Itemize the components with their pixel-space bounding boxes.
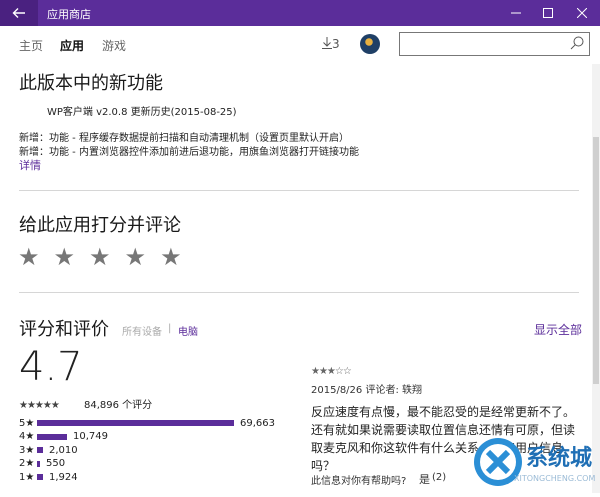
rating-bar-row: 3★ 2,010 <box>19 444 78 456</box>
rating-bar <box>37 474 43 480</box>
minimize-icon <box>511 12 521 14</box>
rating-bar <box>37 447 43 453</box>
maximize-icon <box>543 8 553 18</box>
rating-bar-count: 69,663 <box>240 417 275 429</box>
rating-bar-label: 3★ <box>19 444 35 456</box>
rating-bar-count: 10,749 <box>73 431 108 442</box>
review-stars: ★★★☆☆ <box>311 366 352 377</box>
version-line: WP客户端 v2.0.8 更新历史(2015-08-25) <box>47 107 237 118</box>
rating-bar-row: 2★ 550 <box>19 458 65 470</box>
rating-bar <box>37 420 234 426</box>
window-title: 应用商店 <box>47 8 91 21</box>
details-link[interactable]: 详情 <box>19 157 41 173</box>
rate-star-5[interactable]: ★ <box>160 244 182 270</box>
rate-star-3[interactable]: ★ <box>89 244 111 270</box>
minimize-button[interactable] <box>500 0 532 26</box>
watermark-subtext: XITONGCHENG.COM <box>514 474 596 483</box>
scrollbar-thumb[interactable] <box>593 137 599 384</box>
close-button[interactable] <box>566 0 598 26</box>
nav-bar: 主页 应用 游戏 3 <box>0 26 600 64</box>
helpful-yes-count: (2) <box>432 472 447 483</box>
rating-summary: ★★★★★ 84,896 个评分 <box>19 396 152 411</box>
rating-bar-label: 2★ <box>19 458 35 469</box>
rate-heading: 给此应用打分并评论 <box>19 215 181 236</box>
downloads-button[interactable]: 3 <box>322 37 340 51</box>
divider <box>19 292 579 293</box>
whats-new-heading: 此版本中的新功能 <box>19 73 163 94</box>
rating-bar-row: 1★ 1,924 <box>19 471 78 483</box>
rating-bar-count: 550 <box>46 458 66 469</box>
maximize-button[interactable] <box>532 0 564 26</box>
helpful-yes-button[interactable]: 是 <box>419 471 430 487</box>
title-bar: 应用商店 <box>0 0 600 26</box>
rating-bar <box>37 460 40 467</box>
average-rating: 4.7 <box>19 344 83 390</box>
rate-star-4[interactable]: ★ <box>125 244 147 270</box>
review-meta: 2015/8/26 评论者: 轶翔 <box>311 385 423 396</box>
search-icon[interactable] <box>570 36 584 50</box>
close-icon <box>577 8 587 18</box>
rate-star-2[interactable]: ★ <box>54 244 76 270</box>
back-arrow-icon <box>12 8 25 18</box>
helpful-prompt: 此信息对你有帮助吗? <box>311 476 407 487</box>
filter-pc[interactable]: 电脑 <box>178 323 198 338</box>
rating-bar-count: 2,010 <box>49 444 78 456</box>
rating-bar-row: 4★ 10,749 <box>19 431 108 443</box>
watermark-text: 系统城 <box>526 446 593 471</box>
downloads-count: 3 <box>332 37 340 51</box>
search-box[interactable] <box>399 32 590 56</box>
rating-total: 84,896 个评分 <box>84 400 153 411</box>
filter-separator: | <box>168 323 172 334</box>
rating-bar-label: 4★ <box>19 431 35 442</box>
tab-home[interactable]: 主页 <box>19 37 43 54</box>
divider <box>19 190 579 191</box>
rating-bar <box>37 433 67 440</box>
avatar[interactable] <box>360 34 380 54</box>
tab-apps[interactable]: 应用 <box>60 37 84 54</box>
average-stars: ★★★★★ <box>19 400 60 411</box>
scrollbar[interactable] <box>592 64 600 493</box>
rating-bar-count: 1,924 <box>49 471 78 483</box>
ratings-heading: 评分和评价 <box>19 319 109 340</box>
rate-star-1[interactable]: ★ <box>18 244 40 270</box>
rate-stars: ★ ★ ★ ★ ★ <box>18 244 182 270</box>
rating-bar-label: 5★ <box>19 417 35 429</box>
whats-new-item: 新增：功能 - 内置浏览器控件添加前进后退功能，用旗鱼浏览器打开链接功能 <box>19 147 359 158</box>
watermark-logo: 系统城 XITONGCHENG.COM <box>468 430 600 493</box>
show-all-link[interactable]: 显示全部 <box>534 321 582 338</box>
download-arrow-icon <box>322 37 332 49</box>
rating-bar-row: 5★ 69,663 <box>19 417 275 429</box>
back-button[interactable] <box>0 0 38 26</box>
tab-games[interactable]: 游戏 <box>102 37 126 54</box>
whats-new-item: 新增：功能 - 程序缓存数据提前扫描和自动清理机制（设置页里默认开启） <box>19 133 349 144</box>
rating-bar-label: 1★ <box>19 471 35 483</box>
filter-all-devices[interactable]: 所有设备 <box>122 323 162 338</box>
